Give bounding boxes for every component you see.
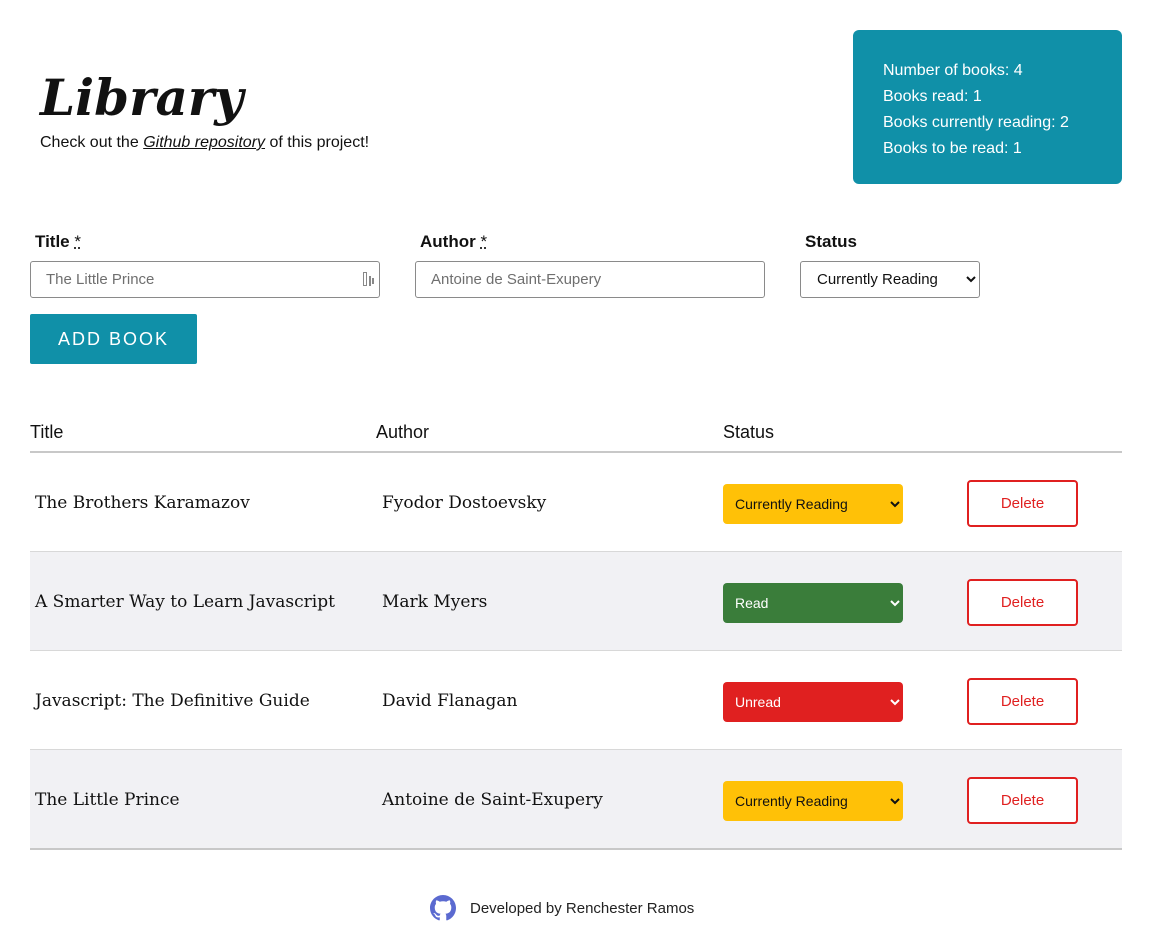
book-author: Fyodor Dostoevsky [382, 493, 547, 513]
table-header: Title Author Status [30, 420, 1122, 453]
book-title: The Little Prince [35, 790, 180, 810]
page-title: Library [40, 68, 244, 127]
required-mark: * [480, 232, 488, 251]
developer-credit: Developed by Renchester Ramos [470, 899, 695, 917]
footer: Developed by Renchester Ramos [430, 894, 694, 922]
author-input[interactable] [415, 261, 765, 298]
status-select[interactable]: Currently Reading Read Unread [800, 261, 980, 298]
github-icon[interactable] [430, 895, 456, 921]
delete-button[interactable]: Delete [967, 777, 1078, 824]
stat-books-reading: Books currently reading: 2 [883, 114, 1069, 131]
book-status-select[interactable]: Read [723, 583, 903, 623]
delete-button[interactable]: Delete [967, 480, 1078, 527]
books-table: Title Author Status The Brothers Karamaz… [30, 420, 1122, 850]
stat-books-read: Books read: 1 [883, 88, 982, 105]
table-row: A Smarter Way to Learn Javascript Mark M… [30, 552, 1122, 651]
book-title: A Smarter Way to Learn Javascript [35, 592, 335, 612]
table-row: The Little Prince Antoine de Saint-Exupe… [30, 750, 1122, 850]
book-status-select[interactable]: Currently Reading [723, 484, 903, 524]
header-author: Author [376, 422, 430, 442]
stats-panel: Number of books: 4 Books read: 1 Books c… [853, 30, 1122, 184]
title-input[interactable] [30, 261, 380, 298]
delete-button[interactable]: Delete [967, 579, 1078, 626]
intro-suffix: of this project! [269, 134, 370, 151]
table-row: Javascript: The Definitive Guide David F… [30, 651, 1122, 750]
required-mark: * [74, 232, 81, 251]
author-label: Author * [420, 232, 487, 252]
add-book-button[interactable]: Add Book [30, 314, 197, 364]
intro-text: Check out the Github repository of this … [40, 134, 369, 152]
book-author: David Flanagan [382, 691, 518, 711]
autofill-icon[interactable] [363, 272, 375, 286]
book-author: Mark Myers [382, 592, 488, 612]
status-label: Status [805, 232, 857, 251]
intro-prefix: Check out the [40, 134, 139, 151]
github-repo-link[interactable]: Github repository [143, 134, 265, 151]
title-label: Title * [35, 232, 81, 252]
title-label-text: Title [35, 232, 70, 251]
book-author: Antoine de Saint-Exupery [382, 790, 603, 810]
table-row: The Brothers Karamazov Fyodor Dostoevsky… [30, 453, 1122, 552]
stat-total-books: Number of books: 4 [883, 62, 1023, 79]
delete-button[interactable]: Delete [967, 678, 1078, 725]
book-title: Javascript: The Definitive Guide [35, 691, 310, 711]
book-title: The Brothers Karamazov [35, 493, 250, 513]
book-status-select[interactable]: Currently Reading [723, 781, 903, 821]
header-title: Title [30, 422, 64, 442]
header-status: Status [723, 422, 775, 442]
book-status-select[interactable]: Unread [723, 682, 903, 722]
author-label-text: Author [420, 232, 476, 251]
stat-books-unread: Books to be read: 1 [883, 140, 1022, 157]
